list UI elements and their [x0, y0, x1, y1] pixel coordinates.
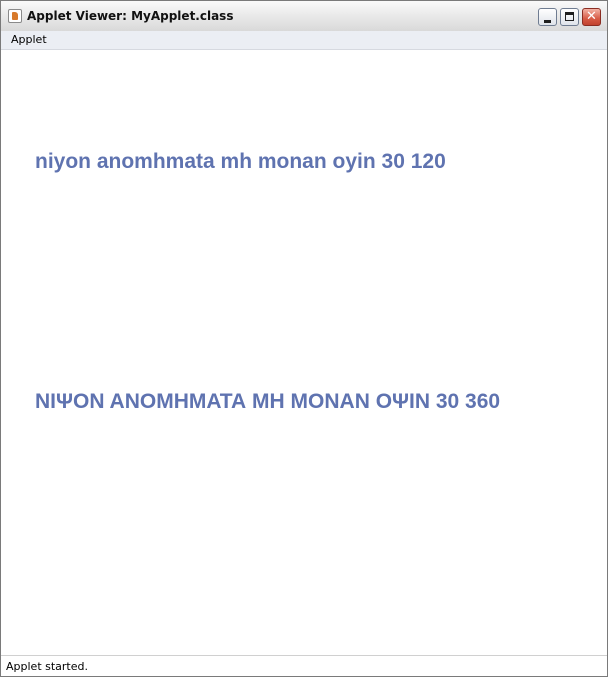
applet-text-line-lowercase: niyon anomhmata mh monan oyin 30 120 — [35, 150, 446, 173]
close-button[interactable]: ✕ — [582, 8, 601, 26]
minimize-button[interactable] — [538, 8, 557, 26]
status-bar: Applet started. — [1, 655, 607, 676]
applet-text-line-uppercase: ΝΙΨΟΝ ΑΝΟΜΗΜΑΤΑ ΜΗ ΜΟΝΑΝ ΟΨΙΝ 30 360 — [35, 390, 501, 413]
applet-viewer-window: Applet Viewer: MyApplet.class ✕ Applet n… — [0, 0, 608, 677]
menu-bar: Applet — [1, 31, 607, 50]
applet-canvas: niyon anomhmata mh monan oyin 30 120 ΝΙΨ… — [5, 50, 603, 654]
status-text: Applet started. — [6, 660, 88, 673]
maximize-button[interactable] — [560, 8, 579, 26]
window-title: Applet Viewer: MyApplet.class — [27, 9, 234, 23]
menu-applet[interactable]: Applet — [5, 31, 53, 49]
close-icon: ✕ — [586, 9, 597, 24]
title-bar[interactable]: Applet Viewer: MyApplet.class ✕ — [1, 1, 607, 32]
java-cup-icon[interactable] — [8, 9, 22, 23]
minimize-icon — [544, 20, 551, 23]
maximize-icon — [565, 12, 574, 21]
